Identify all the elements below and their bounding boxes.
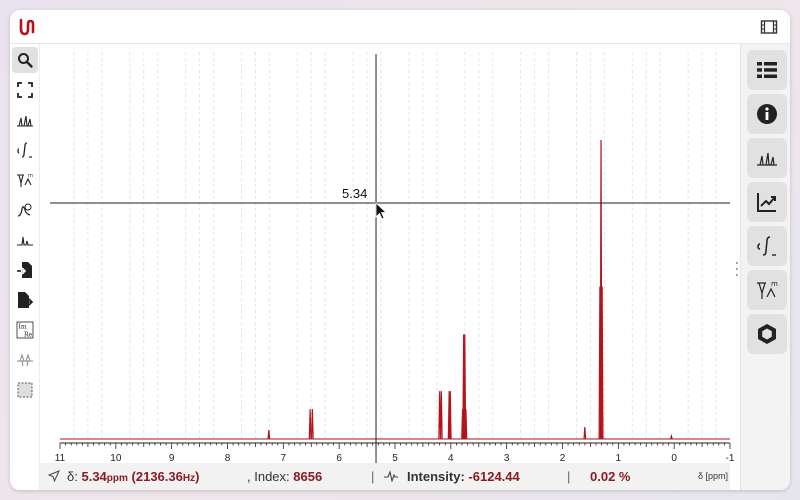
peak-picking-tool[interactable] xyxy=(12,107,38,133)
svg-text:Im: Im xyxy=(19,324,27,331)
phase-icon xyxy=(17,203,32,217)
nmrium-logo[interactable] xyxy=(16,16,38,38)
select-region-tool[interactable] xyxy=(12,377,38,403)
import-tool[interactable] xyxy=(12,257,38,283)
delta-readout: δ: 5.34ppm (2136.36Hz) xyxy=(67,469,199,484)
app-window: m Im Re 11 10 9 8 7 6 5 4 3 2 1 0 -1 5.34 xyxy=(10,10,790,490)
zoom-tool[interactable] xyxy=(12,47,38,73)
file-export-icon xyxy=(18,292,34,308)
fullscreen-icon xyxy=(17,82,33,98)
intensity-value: -6124.44 xyxy=(468,469,520,484)
percent-value: 0.02 % xyxy=(590,469,631,484)
ppm-value: 5.34 xyxy=(81,469,107,484)
peaks-icon xyxy=(757,152,777,166)
spectrum-chart[interactable]: 11 10 9 8 7 6 5 4 3 2 1 0 -1 xyxy=(40,44,740,490)
intensity-label: Intensity: xyxy=(407,469,465,484)
hexagon-icon xyxy=(758,324,776,344)
x-axis-unit-label: δ [ppm] xyxy=(697,471,728,481)
ppm-unit: ppm xyxy=(106,473,128,484)
mouse-pointer-icon xyxy=(375,202,388,220)
re-im-icon: ImRe xyxy=(16,321,34,339)
real-imaginary-tool[interactable]: Im Re xyxy=(12,317,38,343)
spectrum-peak xyxy=(267,429,271,440)
multiplet-icon: m xyxy=(757,280,778,299)
chart-panel-button[interactable] xyxy=(747,182,787,222)
status-separator-2: | xyxy=(567,469,571,484)
svg-text:m: m xyxy=(28,173,33,179)
phase-correction-tool[interactable] xyxy=(12,197,38,223)
spectrum-peak xyxy=(310,409,314,440)
baseline-icon xyxy=(17,236,33,246)
spectrum-peak xyxy=(308,409,312,440)
peaks-icon xyxy=(17,115,33,127)
info-icon xyxy=(757,104,777,124)
cursor-arrow-icon xyxy=(48,470,60,482)
magnifier-icon xyxy=(18,53,33,68)
spectrum-viewer[interactable]: 11 10 9 8 7 6 5 4 3 2 1 0 -1 5.34 xyxy=(40,44,740,490)
baseline-correction-tool[interactable] xyxy=(12,227,38,253)
spectrum-peak xyxy=(439,391,443,440)
svg-text:Re: Re xyxy=(24,332,33,339)
delta-prefix: δ: xyxy=(67,469,78,484)
spectrum-peak xyxy=(583,426,587,440)
index-label: , Index: xyxy=(247,469,290,484)
full-screen-tool[interactable] xyxy=(12,77,38,103)
integrals-panel-button[interactable] xyxy=(747,226,787,266)
chart-line-icon xyxy=(757,193,776,212)
status-bar: δ: 5.34ppm (2136.36Hz) , Index: 8656 | I… xyxy=(40,463,730,490)
integral-icon xyxy=(757,236,776,256)
left-toolbar: m Im Re xyxy=(10,44,40,490)
structures-panel-button[interactable] xyxy=(747,314,787,354)
file-import-icon xyxy=(17,262,32,278)
spectra-panel-button[interactable] xyxy=(747,50,787,90)
multiplet-icon: m xyxy=(17,173,33,187)
multiplets-panel-button[interactable]: m xyxy=(747,270,787,310)
table-list-icon xyxy=(757,62,777,78)
status-separator: | xyxy=(371,469,375,484)
index-value: 8656 xyxy=(293,469,323,484)
multiplet-analysis-tool[interactable]: m xyxy=(12,167,38,193)
integral-icon xyxy=(17,142,32,158)
svg-text:m: m xyxy=(771,280,778,288)
hz-unit: Hz xyxy=(182,473,196,484)
film-icon[interactable] xyxy=(760,18,778,36)
index-readout: , Index: 8656 xyxy=(247,469,322,484)
right-panel-bar: m xyxy=(740,44,790,490)
pulse-icon xyxy=(384,470,398,482)
integration-tool[interactable] xyxy=(12,137,38,163)
cursor-ppm-label: 5.34 xyxy=(342,186,368,201)
alignment-tool[interactable] xyxy=(12,347,38,373)
peaks-panel-button[interactable] xyxy=(747,138,787,178)
top-bar xyxy=(10,10,790,44)
hz-value: (2136.36 xyxy=(131,469,183,484)
align-icon xyxy=(17,353,33,367)
information-panel-button[interactable] xyxy=(747,94,787,134)
intensity-readout: Intensity: -6124.44 xyxy=(407,469,520,484)
hz-close: ) xyxy=(195,469,200,484)
export-tool[interactable] xyxy=(12,287,38,313)
dashed-square-icon xyxy=(17,382,33,398)
